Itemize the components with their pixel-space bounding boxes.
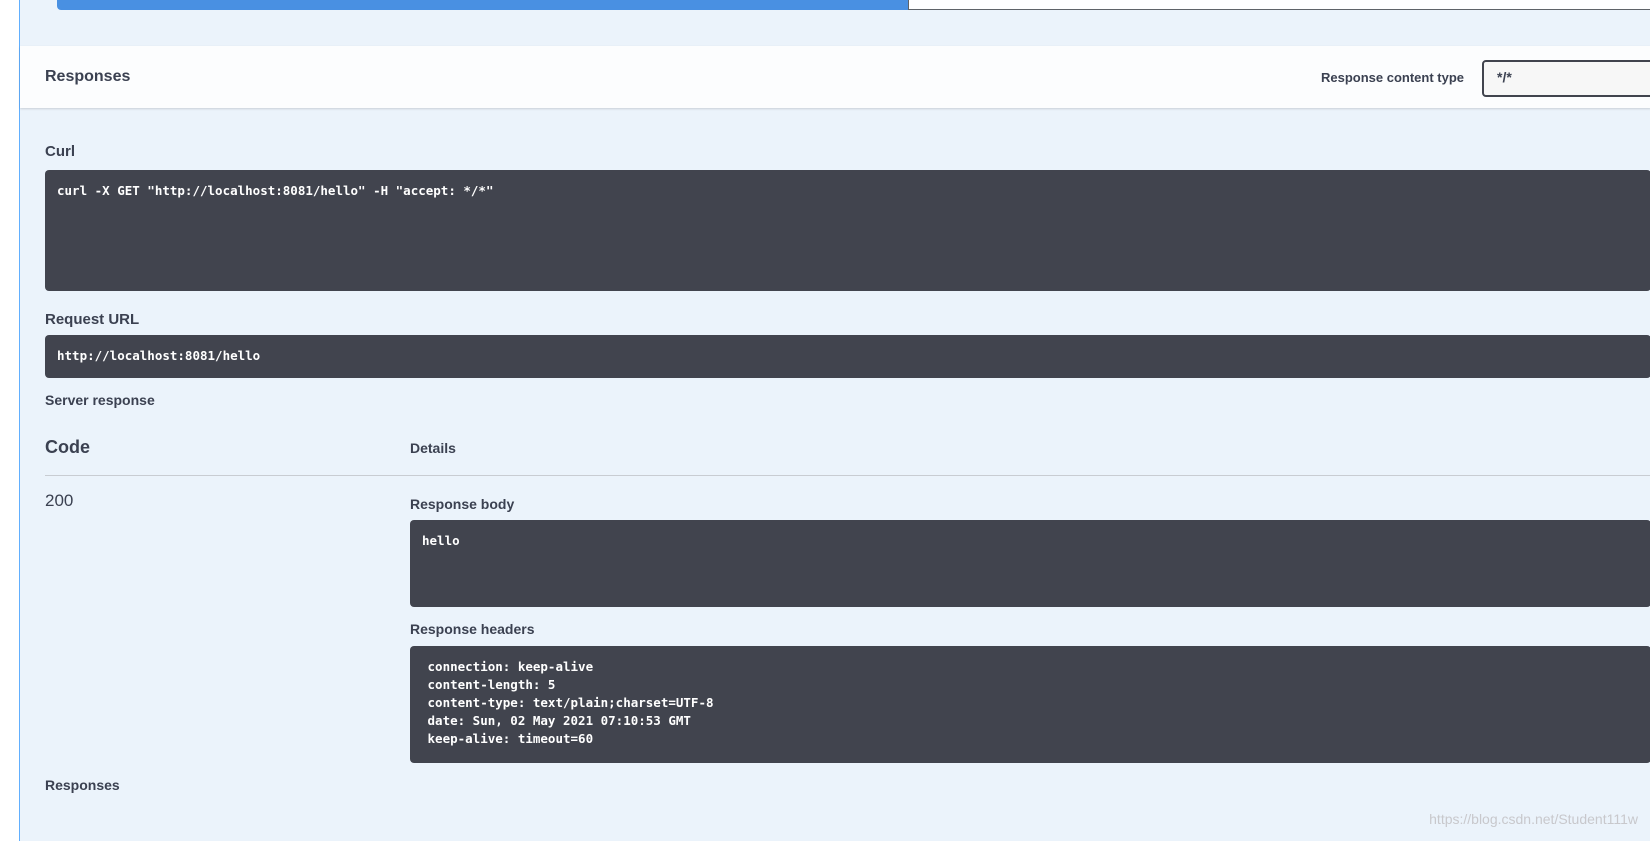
server-response-label: Server response xyxy=(45,392,155,408)
responses-header: Responses Response content type */* xyxy=(20,46,1650,108)
code-column-header: Code xyxy=(45,437,90,457)
response-content-type-label: Response content type xyxy=(1321,70,1465,85)
curl-label: Curl xyxy=(45,143,75,160)
watermark: https://blog.csdn.net/Student111w xyxy=(1429,811,1638,827)
execute-button[interactable] xyxy=(57,0,908,10)
response-headers-label: Response headers xyxy=(410,621,535,637)
details-column-header: Details xyxy=(410,440,456,456)
response-headers-box[interactable]: connection: keep-alive content-length: 5… xyxy=(410,646,1650,763)
responses-title: Responses xyxy=(45,68,131,85)
request-url-box[interactable]: http://localhost:8081/hello xyxy=(45,335,1650,378)
request-url-label: Request URL xyxy=(45,311,140,328)
response-content-type-select[interactable]: */* xyxy=(1482,60,1650,97)
operation-panel: Responses Response content type */* Curl… xyxy=(19,0,1650,841)
execute-bar xyxy=(57,0,1650,10)
clear-button[interactable] xyxy=(908,0,1650,10)
curl-command-box[interactable]: curl -X GET "http://localhost:8081/hello… xyxy=(45,170,1650,291)
status-code: 200 xyxy=(45,491,74,510)
left-gutter xyxy=(0,0,19,841)
response-body-box[interactable]: hello xyxy=(410,520,1650,607)
table-divider xyxy=(45,475,1650,476)
response-body-label: Response body xyxy=(410,496,515,512)
responses-footer-label: Responses xyxy=(45,777,120,793)
